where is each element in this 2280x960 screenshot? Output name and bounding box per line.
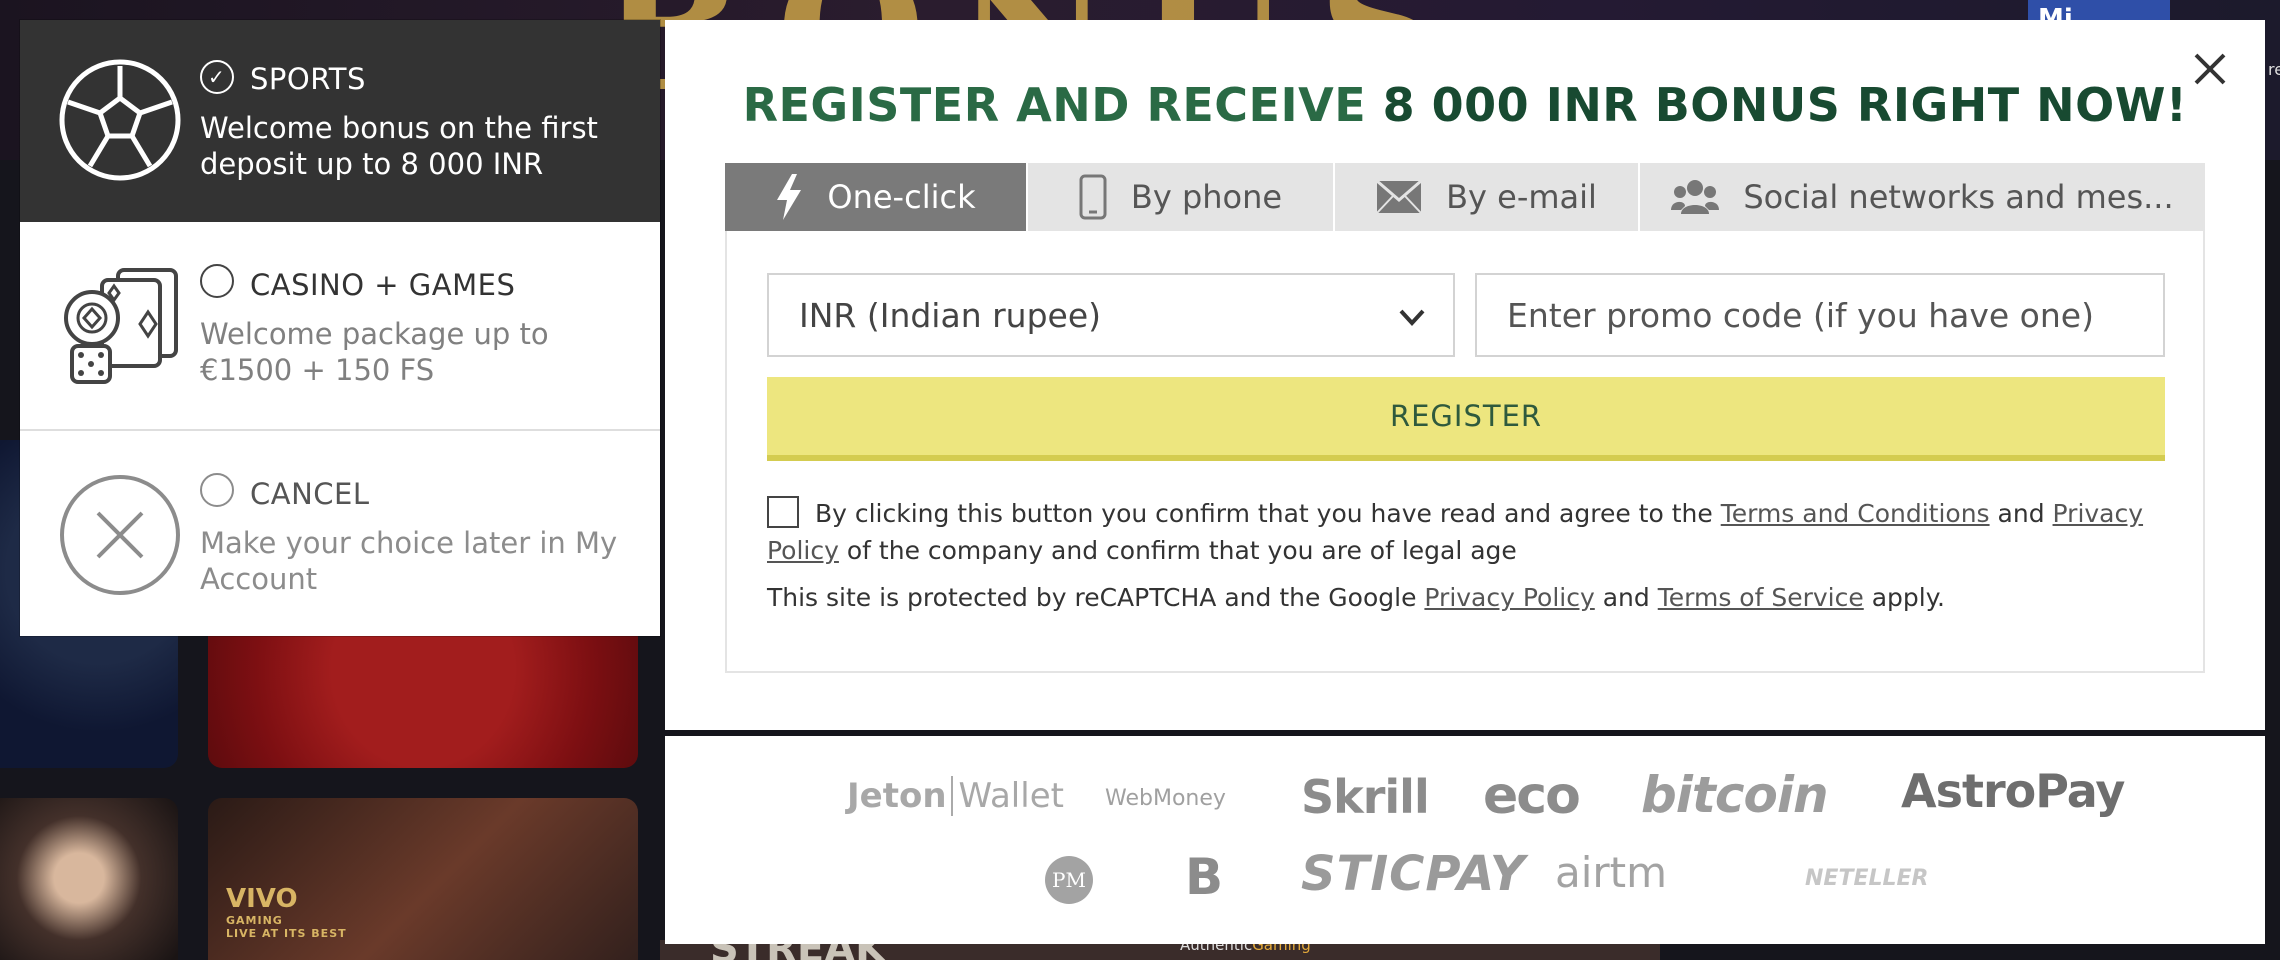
register-button[interactable]: REGISTER [767,377,2165,461]
casino-cards-dice-icon [64,268,178,384]
agree-text: and [1997,499,2045,528]
tab-by-phone[interactable]: By phone [1028,163,1335,231]
vivo-tag: LIVE AT ITS BEST [226,927,347,940]
lightning-icon [777,174,802,220]
choice-title: SPORTS [250,62,366,96]
headline-prefix: REGISTER AND RECEIVE [742,78,1367,132]
airtm-logo: airtm [1555,848,1668,897]
game-tile [0,798,178,960]
one-click-form: INR (Indian rupee) REGISTER By clicking … [725,231,2205,673]
tab-by-email[interactable]: By e-mail [1335,163,1640,231]
bonus-choice-panel: ✓ SPORTS Welcome bonus on the first depo… [20,20,660,636]
registration-tabs: One-click By phone By e-mail Social netw… [725,163,2205,231]
bitcoin-logo: bitcoin [1641,766,1829,824]
currency-select-value: INR (Indian rupee) [799,295,1102,335]
phone-icon [1079,174,1107,220]
registration-modal: REGISTER AND RECEIVE 8 000 INR BONUS RIG… [665,20,2265,730]
choice-title: CASINO + GAMES [250,268,516,302]
choice-title: CANCEL [250,477,370,511]
astropay-logo: AstroPay [1901,764,2125,818]
soccer-ball-icon [59,59,181,181]
agree-text: of the company and confirm that you are … [846,536,1517,565]
tab-social-networks[interactable]: Social networks and mes... [1640,163,2205,231]
captcha-text: and [1602,583,1650,612]
captcha-text: apply. [1871,583,1945,612]
people-icon [1671,180,1720,214]
tab-one-click[interactable]: One-click [725,163,1028,231]
radio-sports[interactable]: ✓ [200,60,234,94]
promo-code-input[interactable] [1475,273,2165,357]
payment-methods: Jeton Wallet WebMoney Skrill eco bitcoin … [665,736,2265,944]
check-icon: ✓ [208,65,225,89]
google-terms-link[interactable]: Terms of Service [1658,583,1864,612]
skrill-logo: Skrill [1301,770,1430,824]
choice-sports[interactable]: ✓ SPORTS Welcome bonus on the first depo… [20,20,660,222]
google-privacy-link[interactable]: Privacy Policy [1424,583,1594,612]
choice-description: Make your choice later in My Account [200,526,618,596]
jeton-wallet-logo: Jeton Wallet [847,776,1064,816]
choice-description: Welcome package up to €1500 + 150 FS [200,317,549,387]
agree-text: By clicking this button you confirm that… [814,499,1713,528]
tab-label: Social networks and mes... [1743,178,2174,216]
vivo-brand: VIVO [226,884,298,914]
radio-casino[interactable] [200,264,234,298]
terms-agreement: By clicking this button you confirm that… [767,495,2167,569]
wallet-text: Wallet [950,776,1064,816]
choice-casino-games[interactable]: CASINO + GAMES Welcome package up to €15… [20,222,660,431]
captcha-text: This site is protected by reCAPTCHA and … [767,583,1417,612]
tab-label: By phone [1130,178,1283,216]
background-edge-text: ree [2268,60,2280,79]
radio-cancel[interactable] [200,473,234,507]
currency-select[interactable]: INR (Indian rupee) [767,273,1455,357]
cancel-x-icon [60,475,180,595]
perfect-money-logo: PM [1045,856,1093,904]
recaptcha-notice: This site is protected by reCAPTCHA and … [767,583,1945,612]
webmoney-logo: WebMoney [1105,786,1226,811]
tab-label: By e-mail [1446,178,1597,216]
envelope-icon [1376,180,1423,214]
eco-logo: eco [1483,766,1581,826]
neteller-logo: NETELLER [1805,866,1929,891]
tab-label: One-click [827,178,976,216]
choice-description: Welcome bonus on the first deposit up to… [200,111,598,181]
chevron-down-icon [1399,309,1425,326]
registration-headline: REGISTER AND RECEIVE 8 000 INR BONUS RIG… [665,78,2265,132]
vivo-gaming-logo: VIVO GAMING LIVE AT ITS BEST [226,884,347,940]
jeton-text: Jeton [847,776,947,816]
headline-amount: 8 000 INR BONUS RIGHT NOW! [1382,78,2188,132]
agree-checkbox[interactable] [767,496,799,528]
terms-conditions-link[interactable]: Terms and Conditions [1721,499,1990,528]
vivo-sub: GAMING [226,914,283,927]
sticpay-logo: STICPAY [1301,846,1526,902]
choice-cancel[interactable]: CANCEL Make your choice later in My Acco… [20,431,660,636]
b-logo: B [1185,848,1224,906]
